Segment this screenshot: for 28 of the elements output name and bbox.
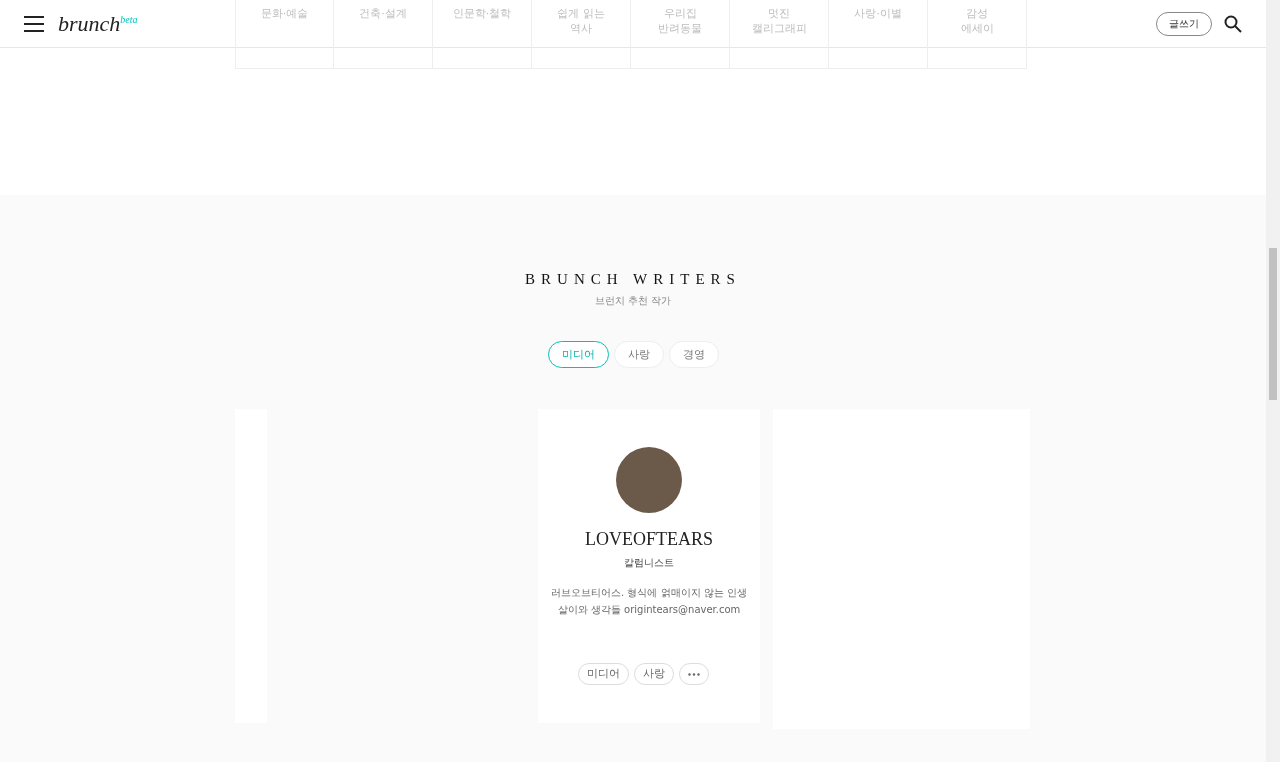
category-tile[interactable]: 감성 에세이 (928, 0, 1027, 69)
category-tile[interactable]: 사랑·이별 (829, 0, 928, 69)
search-icon[interactable] (1224, 14, 1242, 33)
writer-name: LOVEOFTEARS (585, 529, 713, 550)
category-tile[interactable]: 우리집 반려동물 (631, 0, 730, 69)
write-button[interactable]: 글쓰기 (1156, 11, 1212, 36)
category-tile[interactable]: 멋진 캘리그래피 (730, 0, 829, 69)
writer-card[interactable]: LOVEOFTEARS 칼럼니스트 러브오브티어스. 형식에 얽매이지 않는 인생살이와 생각들 origintears@naver.com 미디어 사랑 (538, 409, 760, 723)
scroll-thumb[interactable] (1269, 248, 1277, 400)
more-icon (687, 672, 700, 676)
menu-icon[interactable] (24, 15, 44, 32)
more-button[interactable] (678, 663, 709, 685)
category-tab[interactable]: 경영 (668, 341, 719, 368)
writer-bio: 러브오브티어스. 형식에 얽매이지 않는 인생살이와 생각들 origintears@naver.com (550, 586, 748, 617)
tag-button[interactable]: 미디어 (577, 663, 629, 685)
category-tile[interactable]: 인문학·철학 (433, 0, 532, 69)
tag-button[interactable]: 사랑 (633, 663, 674, 685)
section-subtitle: 브런치 추천 작가 (594, 294, 672, 308)
category-tile[interactable]: 쉽게 읽는 역사 (532, 0, 631, 69)
category-tab[interactable]: 사랑 (613, 341, 664, 368)
logo[interactable]: brunch (58, 10, 121, 37)
category-tab[interactable]: 미디어 (547, 341, 609, 368)
writer-role: 칼럼니스트 (624, 556, 674, 570)
category-tile[interactable]: 건축·설계 (334, 0, 433, 69)
section-title: BRUNCH WRITERS (525, 271, 741, 288)
category-tile[interactable]: 문화·예술 (235, 0, 334, 69)
beta-label: beta (120, 14, 138, 25)
scrollbar[interactable] (1266, 0, 1280, 762)
